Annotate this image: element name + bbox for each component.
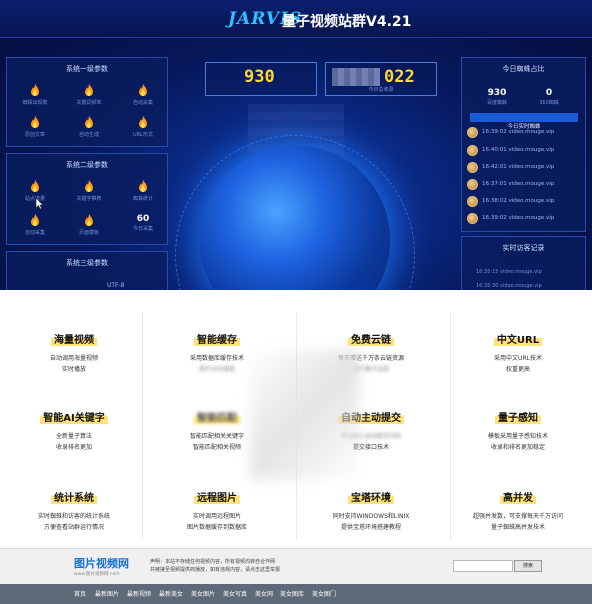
flame-icon [85,180,93,192]
pixelated-mask [332,68,380,86]
live-spider-row: 16:42:01 video.mouge.vip [467,162,579,176]
flame-icon [31,116,39,128]
panel-title: 今日蜘蛛占比 [502,65,545,73]
nav-item-beauty-gate[interactable]: 美女图门 [312,589,336,598]
avatar [467,179,478,190]
param-item[interactable]: 页面模板 [67,214,111,236]
feature-grid: 海量视频 自动调用海量视频 实时播放 智能缓存 采用数据库缓存技术 提升访问速度… [0,290,592,548]
search-button[interactable]: 搜索 [514,560,542,572]
counter-label: 今日总收录 [368,87,394,93]
nav-item-beauty-net[interactable]: 美女网 [255,589,273,598]
nav-item-beauty-photos[interactable]: 美女写真 [223,589,247,598]
param-item[interactable]: 自动生成 [67,116,111,138]
params-panel-level3: 系统三级参数 UTF-8 [6,251,168,290]
nav-item-home[interactable]: 首页 [74,589,86,598]
cursor-icon [35,198,43,210]
encoding-label: UTF-8 [107,282,125,289]
avatar [467,162,478,173]
feature-high-concurrency: 高并发 超强并发数，可支撑每天千万访问 量子蜘蛛高并发技术 [444,486,592,531]
spider-count: 930 [244,67,275,87]
flame-icon [31,180,39,192]
param-item[interactable]: 自动采集 [13,214,57,236]
flame-icon [139,180,147,192]
footer-logo[interactable]: 图片视频网 [74,555,129,571]
panel-title: 系统二级参数 [66,161,108,169]
nav-item-beauty-gallery[interactable]: 美女图库 [280,589,304,598]
360-spider-stat: 0 360蜘蛛 [539,88,559,106]
dashboard-header: JARVIS 量子视频站群V4.21 [0,0,592,38]
flame-icon [85,84,93,96]
flame-icon [31,84,39,96]
param-item[interactable]: 自动采集 [121,84,165,106]
footer-logo-url: www.图片视频网.com [74,572,120,577]
feature-chinese-url: 中文URL 采用中文URL技术 权重更高 [444,328,592,373]
panel-title: 实时访客记录 [502,244,545,252]
param-item[interactable]: 原创文章 [13,116,57,138]
avatar [467,145,478,156]
avatar [467,127,478,138]
avatar [467,196,478,207]
collect-count: 022 [384,67,415,87]
feature-quantum-sense: 量子感知 模板采用量子感知技术 收录和排名更加稳定 [444,406,592,451]
visitor-row: 16:35:30 video.mouge.vip [476,283,542,289]
search-input[interactable] [453,560,513,572]
live-spider-row: 16:40:01 video.mouge.vip [467,145,579,159]
nav-item-latest-images[interactable]: 最新图片 [95,589,119,598]
live-spider-row: 16:39:02 video.mouge.vip [467,213,579,227]
flame-icon [85,214,93,226]
param-item[interactable]: 蜘蛛统计 [121,180,165,202]
param-item[interactable]: 关键字推荐 [67,180,111,202]
site-footer: 图片视频网 www.图片视频网.com 声明：本站不存储任何视频内容，所有视频均… [0,548,592,584]
panel-title: 系统三级参数 [66,259,108,267]
param-item[interactable]: 关键词频率 [67,84,111,106]
param-item[interactable]: 蜘蛛出现数 [13,84,57,106]
nav-item-beauty-images[interactable]: 美女图片 [191,589,215,598]
flame-icon [139,116,147,128]
dashboard-banner: JARVIS 量子视频站群V4.21 系统一级参数 蜘蛛出现数 关键词频率 自动… [0,0,592,290]
params-panel-level2: 系统二级参数 站点流量 关键字推荐 蜘蛛统计 自动采集 页面模板 60 今日采集 [6,153,168,245]
visitor-row: 16:35:15 video.mouge.vip [476,269,542,275]
feature-massive-video: 海量视频 自动调用海量视频 实时播放 [0,328,148,373]
feature-ai-keywords: 智能AI关键字 全新量子算法 收录排名更加 [0,406,148,451]
baidu-spider-stat: 930 百度蜘蛛 [486,88,507,106]
image-smear [250,350,360,480]
param-item[interactable]: URL形式 [121,116,165,138]
feature-remote-images: 远程图片 实时调用远程图片 图片数据缓存到数据库 [143,486,291,531]
feature-baota-env: 宝塔环境 同时支持WINDOWS和LINIX 提供宝塔环境搭建教程 [297,486,445,531]
feature-statistics: 统计系统 实时蜘蛛和访客的统计系统 方便查看站群运行情况 [0,486,148,531]
counter-right: 022 今日总收录 [325,62,437,96]
counter-left: 930 [205,62,317,96]
today-collect-stat: 60 今日采集 [132,214,153,232]
panel-title: 系统一级参数 [66,65,108,73]
bottom-nav: 首页 最新图片 最新视频 最新美女 美女图片 美女写真 美女网 美女图库 美女图… [0,584,592,604]
nav-item-latest-beauty[interactable]: 最新美女 [159,589,183,598]
nav-item-latest-videos[interactable]: 最新视频 [127,589,151,598]
disclaimer-text: 声明：本站不存储任何视频内容，所有视频均转自合作网 并链接至视频提供商播放，如有… [150,559,281,573]
params-panel-level1: 系统一级参数 蜘蛛出现数 关键词频率 自动采集 原创文章 自动生成 URL形式 [6,57,168,147]
flame-icon [85,116,93,128]
flame-icon [31,214,39,226]
live-spider-row: 16:37:01 video.mouge.vip [467,179,579,193]
flame-icon [139,84,147,96]
live-spider-title-bar: 今日实时蜘蛛 [470,113,578,130]
live-spider-row: 16:38:02 video.mouge.vip [467,196,579,210]
live-spider-row: 16:39:02 video.mouge.vip [467,127,579,141]
avatar [467,213,478,224]
visitor-log-panel: 实时访客记录 16:35:15 video.mouge.vip 16:35:30… [461,236,586,290]
page-title: 量子视频站群V4.21 [282,14,412,30]
